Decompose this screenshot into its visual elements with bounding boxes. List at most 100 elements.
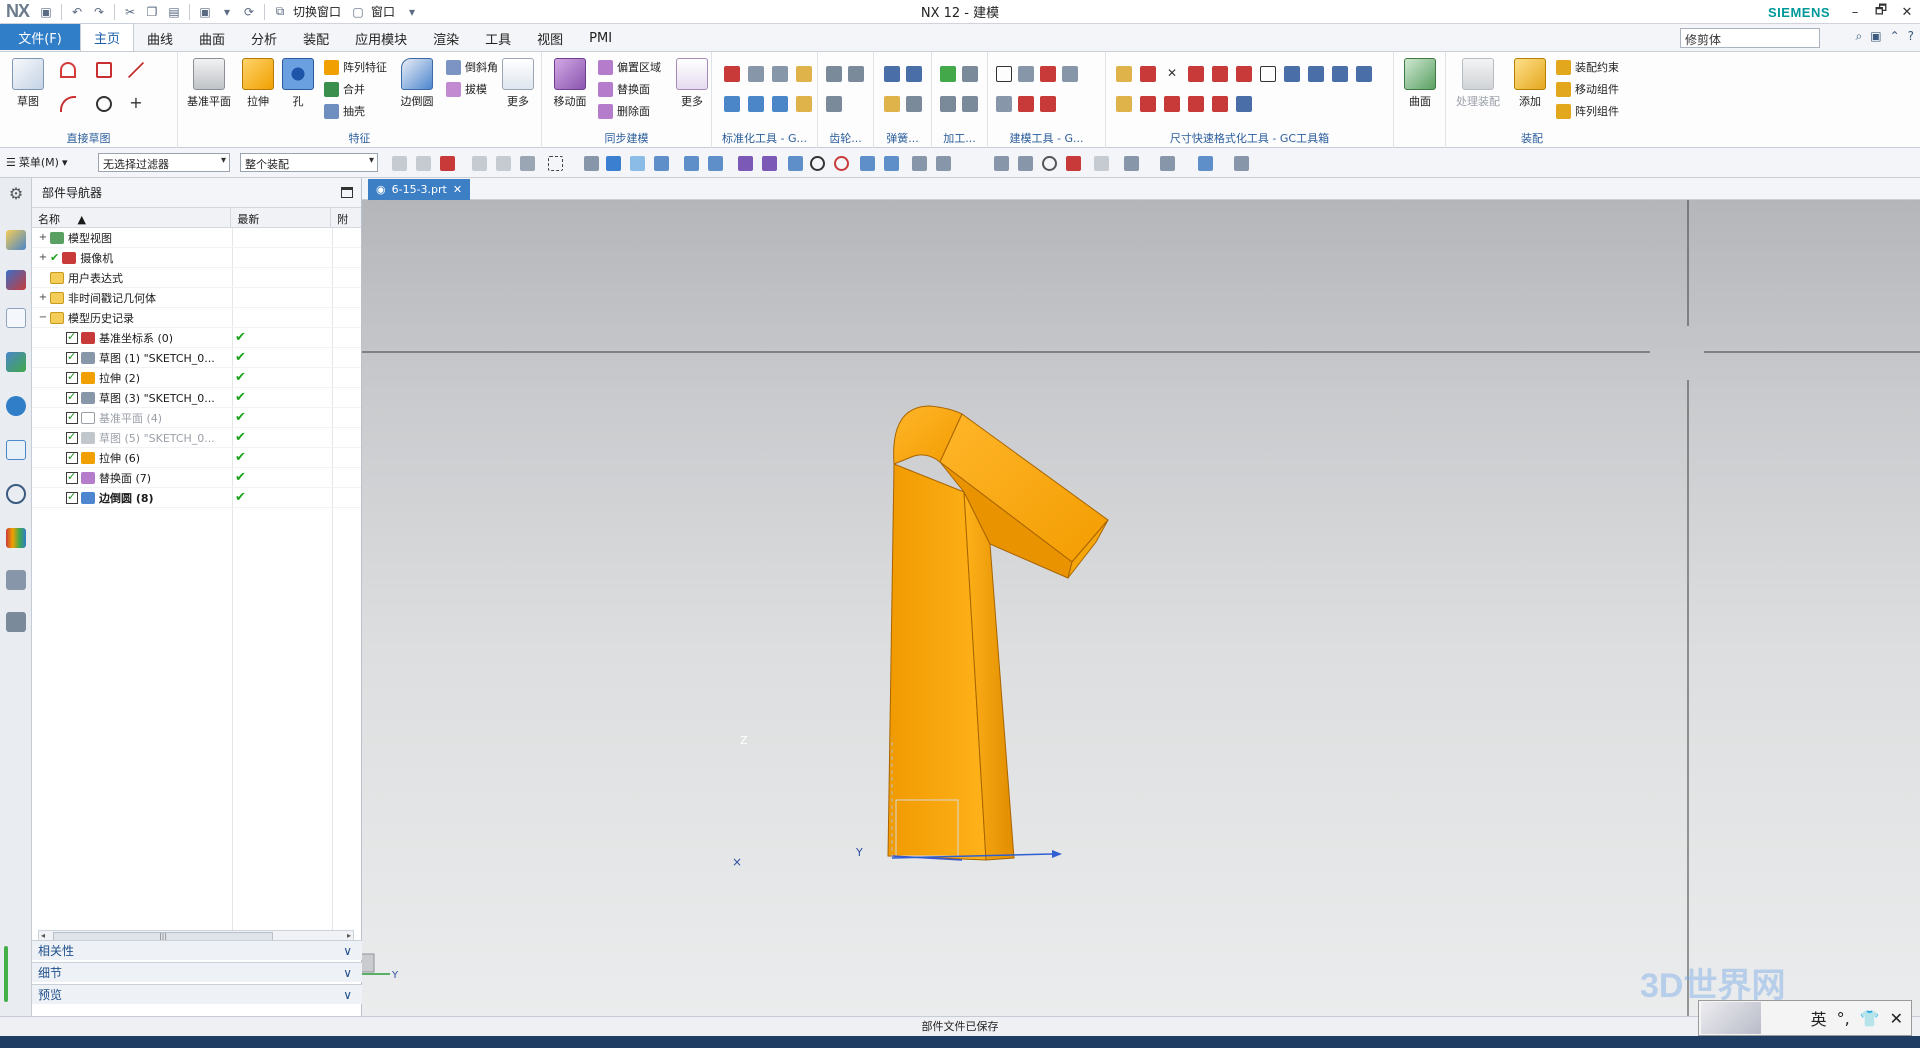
cut-icon[interactable]: ✂ <box>121 3 139 21</box>
feature-checkbox[interactable] <box>66 430 78 444</box>
machining-tool-icon[interactable] <box>962 96 978 112</box>
tree-node-model-history[interactable]: − 模型历史记录 <box>32 308 361 328</box>
snap-tool-icon[interactable] <box>630 156 645 171</box>
arc-icon[interactable] <box>60 96 76 112</box>
save-as-icon[interactable]: ▣ <box>196 3 214 21</box>
dim-tool-icon[interactable] <box>1236 96 1252 112</box>
redo-icon[interactable]: ↷ <box>90 3 108 21</box>
hole-button[interactable]: 孔 <box>276 58 320 109</box>
view-tool-icon[interactable] <box>1018 156 1033 171</box>
restore-button[interactable]: 🗗 <box>1868 0 1894 24</box>
gc-tool-icon[interactable] <box>724 66 740 82</box>
dim-tool-icon[interactable] <box>1236 66 1252 82</box>
tree-node-camera[interactable]: + ✔ 摄像机 <box>32 248 361 268</box>
dim-tool-icon[interactable] <box>1212 96 1228 112</box>
gear-tool-icon[interactable] <box>826 96 842 112</box>
command-search-input[interactable]: 修剪体 <box>1680 28 1820 48</box>
gear-tool-icon[interactable] <box>826 66 842 82</box>
dim-tool-icon[interactable] <box>1140 96 1156 112</box>
snap-tool-icon[interactable] <box>936 156 951 171</box>
tab-assembly[interactable]: 装配 <box>290 25 342 51</box>
dim-tool-icon[interactable] <box>1308 66 1324 82</box>
snap-tool-icon[interactable] <box>684 156 699 171</box>
machining-tool-icon[interactable] <box>940 96 956 112</box>
menu-button[interactable]: ☰ 菜单(M) ▾ <box>6 154 67 170</box>
pattern-feature-button[interactable]: 阵列特征 <box>324 57 387 77</box>
tab-applications[interactable]: 应用模块 <box>342 25 420 51</box>
dim-tool-icon[interactable] <box>1212 66 1228 82</box>
feature-row[interactable]: 拉伸 (2) ✔ <box>32 368 361 388</box>
reuse-library-icon[interactable] <box>6 352 26 372</box>
collapse-ribbon-icon[interactable]: ⌃ <box>1890 29 1900 44</box>
feature-checkbox[interactable] <box>66 450 78 464</box>
pattern-component-button[interactable]: 阵列组件 <box>1556 101 1619 121</box>
gc-tool-icon[interactable] <box>796 96 812 112</box>
spline-icon[interactable] <box>60 62 76 78</box>
scroll-left-icon[interactable]: ◂ <box>41 931 45 940</box>
view-tool-icon[interactable] <box>994 156 1009 171</box>
modeling-tool-icon[interactable] <box>1040 96 1056 112</box>
rectangle-select-icon[interactable] <box>548 156 563 171</box>
expand-icon[interactable]: + <box>38 232 48 243</box>
spring-tool-icon[interactable] <box>884 66 900 82</box>
dim-tool-icon[interactable] <box>1332 66 1348 82</box>
feature-checkbox[interactable] <box>66 410 78 424</box>
ime-language[interactable]: 英 <box>1811 1006 1827 1030</box>
shell-button[interactable]: 抽壳 <box>324 101 365 121</box>
snap-tool-icon[interactable] <box>884 156 899 171</box>
dim-tool-icon[interactable] <box>1164 96 1180 112</box>
feature-checkbox[interactable] <box>66 470 78 484</box>
move-component-button[interactable]: 移动组件 <box>1556 79 1619 99</box>
save-icon[interactable]: ▣ <box>37 3 55 21</box>
tab-surface[interactable]: 曲面 <box>186 25 238 51</box>
close-button[interactable]: ✕ <box>1894 0 1920 24</box>
view-tool-icon[interactable] <box>1234 156 1249 171</box>
tab-view[interactable]: 视图 <box>524 25 576 51</box>
snap-circle-icon[interactable] <box>834 156 849 171</box>
feature-row[interactable]: 替换面 (7) ✔ <box>32 468 361 488</box>
selection-scope-select[interactable]: 整个装配 <box>240 153 378 172</box>
preview-panel[interactable]: 预览 ∨ <box>32 984 362 1004</box>
tab-pmi[interactable]: PMI <box>576 25 625 51</box>
type-filter-select[interactable]: 无选择过滤器 <box>98 153 230 172</box>
assembly-navigator-icon[interactable] <box>6 230 26 250</box>
dim-tool-icon[interactable] <box>1188 66 1204 82</box>
hd3d-tools-icon[interactable] <box>6 396 26 416</box>
gc-tool-icon[interactable] <box>772 96 788 112</box>
dim-tool-icon[interactable] <box>1116 66 1132 82</box>
gc-tool-icon[interactable] <box>772 66 788 82</box>
feature-row[interactable]: 草图 (1) "SKETCH_0... ✔ <box>32 348 361 368</box>
manufacturing-wizard-icon[interactable] <box>6 570 26 590</box>
gc-tool-icon[interactable] <box>748 96 764 112</box>
tab-home[interactable]: 主页 <box>80 23 135 51</box>
feature-row-current[interactable]: 边倒圆 (8) ✔ <box>32 488 361 508</box>
gc-tool-icon[interactable] <box>724 96 740 112</box>
sync-more-button[interactable]: 更多 <box>670 58 714 109</box>
snap-tool-icon[interactable] <box>496 156 511 171</box>
column-attached[interactable]: 附 <box>331 208 361 227</box>
window-menu-button[interactable]: 窗口 <box>371 3 395 20</box>
process-assembly-button[interactable]: 处理装配 <box>1452 58 1504 109</box>
switch-window-button[interactable]: 切换窗口 <box>293 3 341 20</box>
feature-checkbox[interactable] <box>66 350 78 364</box>
shirt-icon[interactable]: 👕 <box>1860 1009 1880 1028</box>
feature-checkbox[interactable] <box>66 370 78 384</box>
dim-tool-icon[interactable] <box>1260 66 1276 82</box>
details-panel[interactable]: 细节 ∨ <box>32 962 362 982</box>
machining-tool-icon[interactable] <box>940 66 956 82</box>
expand-icon[interactable]: + <box>38 252 48 263</box>
tab-tools[interactable]: 工具 <box>472 25 524 51</box>
dim-tool-icon[interactable] <box>1284 66 1300 82</box>
tools-icon[interactable]: ✕ <box>1890 1009 1903 1028</box>
chevron-down-icon[interactable]: ▾ <box>403 3 421 21</box>
graphics-window[interactable]: Z Y × Z Y <box>362 200 1920 1016</box>
snap-tool-icon[interactable] <box>392 156 407 171</box>
dim-tool-icon[interactable] <box>1116 96 1132 112</box>
draft-button[interactable]: 拔模 <box>446 79 487 99</box>
scroll-right-icon[interactable]: ▸ <box>347 931 351 940</box>
feature-row[interactable]: 草图 (5) "SKETCH_0... ✔ <box>32 428 361 448</box>
feature-checkbox[interactable] <box>66 490 78 504</box>
punctuation-icon[interactable]: °, <box>1837 1009 1850 1028</box>
spring-tool-icon[interactable] <box>884 96 900 112</box>
role-icon[interactable] <box>6 612 26 632</box>
